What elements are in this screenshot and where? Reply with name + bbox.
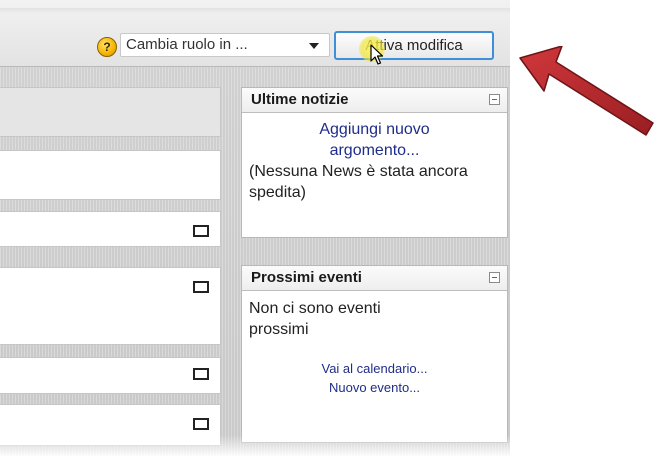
- go-to-calendar-link[interactable]: Vai al calendario...: [322, 361, 428, 376]
- toolbar-shadow: [0, 8, 510, 14]
- mouse-pointer-icon: [370, 44, 384, 65]
- help-icon[interactable]: ?: [97, 37, 117, 57]
- collapse-icon[interactable]: [489, 94, 500, 105]
- annotation-arrow-icon: [519, 46, 654, 136]
- latest-news-block: Ultime notizie Aggiungi nuovo argomento.…: [241, 87, 508, 238]
- course-section-header: [0, 87, 221, 137]
- course-section: [0, 357, 221, 394]
- upcoming-events-title: Prossimi eventi: [251, 269, 362, 286]
- top-toolbar: ? Cambia ruolo in ... Attiva modifica: [0, 0, 510, 67]
- course-section: [0, 404, 221, 446]
- course-section: [0, 267, 221, 345]
- collapse-icon[interactable]: [489, 272, 500, 283]
- new-event-link[interactable]: Nuovo evento...: [329, 380, 420, 395]
- latest-news-title: Ultime notizie: [251, 91, 349, 108]
- dropdown-arrow-icon: [309, 43, 319, 49]
- turn-editing-on-button[interactable]: Attiva modifica: [334, 31, 494, 60]
- add-topic-link[interactable]: Aggiungi nuovo argomento...: [300, 119, 450, 161]
- course-section: [0, 150, 221, 200]
- events-links: Vai al calendario... Nuovo evento...: [242, 359, 507, 397]
- latest-news-header: Ultime notizie: [242, 88, 507, 113]
- switch-role-value: Cambia ruolo in ...: [126, 36, 248, 53]
- no-news-text: (Nessuna News è stata ancora spedita): [249, 163, 468, 201]
- section-checkbox[interactable]: [193, 225, 209, 237]
- upcoming-events-header: Prossimi eventi: [242, 266, 507, 291]
- section-checkbox[interactable]: [193, 418, 209, 430]
- course-section: [0, 211, 221, 247]
- section-checkbox[interactable]: [193, 281, 209, 293]
- section-checkbox[interactable]: [193, 368, 209, 380]
- page-frame: ? Cambia ruolo in ... Attiva modifica Ul…: [0, 0, 510, 457]
- upcoming-events-block: Prossimi eventi Non ci sono eventi pross…: [241, 265, 508, 443]
- switch-role-select[interactable]: Cambia ruolo in ...: [120, 33, 330, 57]
- news-link-wrap: Aggiungi nuovo argomento...: [242, 119, 507, 161]
- no-events-text: Non ci sono eventi prossimi: [249, 300, 381, 338]
